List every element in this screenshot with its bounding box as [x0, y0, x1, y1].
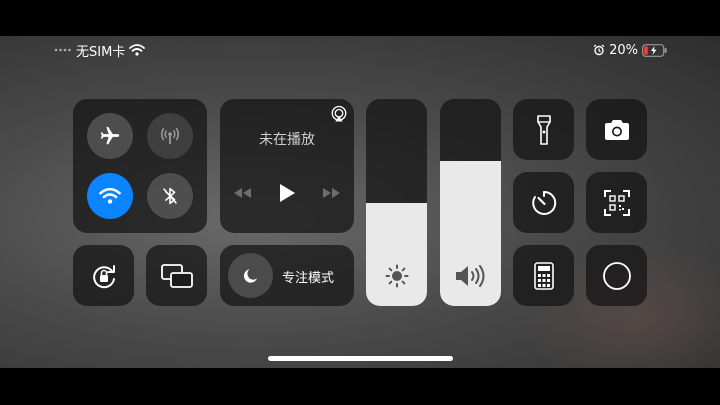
speaker-icon: [455, 265, 484, 287]
fast-forward-icon[interactable]: [322, 187, 342, 199]
timer-button[interactable]: [513, 172, 574, 233]
rewind-icon[interactable]: [232, 187, 252, 199]
home-indicator[interactable]: [268, 356, 453, 361]
now-playing-title: 未在播放: [259, 132, 315, 148]
camera-icon: [604, 119, 629, 140]
battery-charging-icon: [642, 43, 667, 57]
wifi-toggle[interactable]: [87, 173, 133, 219]
record-circle-icon: [602, 261, 631, 290]
alarm-icon: [593, 44, 605, 56]
airplane-mode-toggle[interactable]: [87, 113, 133, 159]
flashlight-button[interactable]: [513, 99, 574, 160]
screen-mirroring-icon: [160, 263, 193, 288]
bluetooth-toggle[interactable]: [147, 173, 193, 219]
calculator-icon: [533, 261, 554, 290]
status-bar-right: 20%: [593, 41, 668, 59]
media-controls: [220, 183, 354, 203]
play-icon[interactable]: [278, 183, 296, 203]
orientation-lock-icon: [92, 264, 115, 288]
volume-slider[interactable]: [440, 99, 501, 306]
screen-mirroring-button[interactable]: [146, 245, 207, 306]
carrier-label: 无SIM卡: [76, 44, 126, 60]
focus-mode-button[interactable]: 专注模式: [220, 245, 354, 306]
airplane-icon: [100, 126, 120, 145]
cellular-data-toggle[interactable]: [147, 113, 193, 159]
qr-scanner-button[interactable]: [586, 172, 647, 233]
now-playing-module[interactable]: 未在播放: [220, 99, 354, 233]
battery-percent: 20%: [609, 42, 638, 58]
timer-icon: [531, 190, 556, 215]
cellular-antenna-icon: [160, 127, 180, 145]
qr-scanner-icon: [603, 189, 630, 216]
calculator-button[interactable]: [513, 245, 574, 306]
focus-icon-circle: [228, 253, 273, 298]
wifi-icon: [99, 187, 121, 204]
camera-button[interactable]: [586, 99, 647, 160]
focus-mode-label: 专注模式: [282, 271, 335, 286]
orientation-lock-button[interactable]: [73, 245, 134, 306]
bluetooth-off-icon: [162, 187, 178, 205]
signal-dots-icon: [54, 48, 71, 52]
airplay-audio-icon[interactable]: [330, 105, 348, 123]
connectivity-module: [73, 99, 207, 233]
status-bar-left: 无SIM卡: [54, 41, 146, 60]
brightness-slider[interactable]: [366, 99, 427, 306]
screen-record-button[interactable]: [586, 245, 647, 306]
flashlight-icon: [536, 114, 551, 145]
wifi-icon: [129, 44, 146, 56]
moon-icon: [243, 268, 257, 283]
brightness-slider-fill: [366, 202, 427, 306]
sun-icon: [385, 264, 408, 288]
